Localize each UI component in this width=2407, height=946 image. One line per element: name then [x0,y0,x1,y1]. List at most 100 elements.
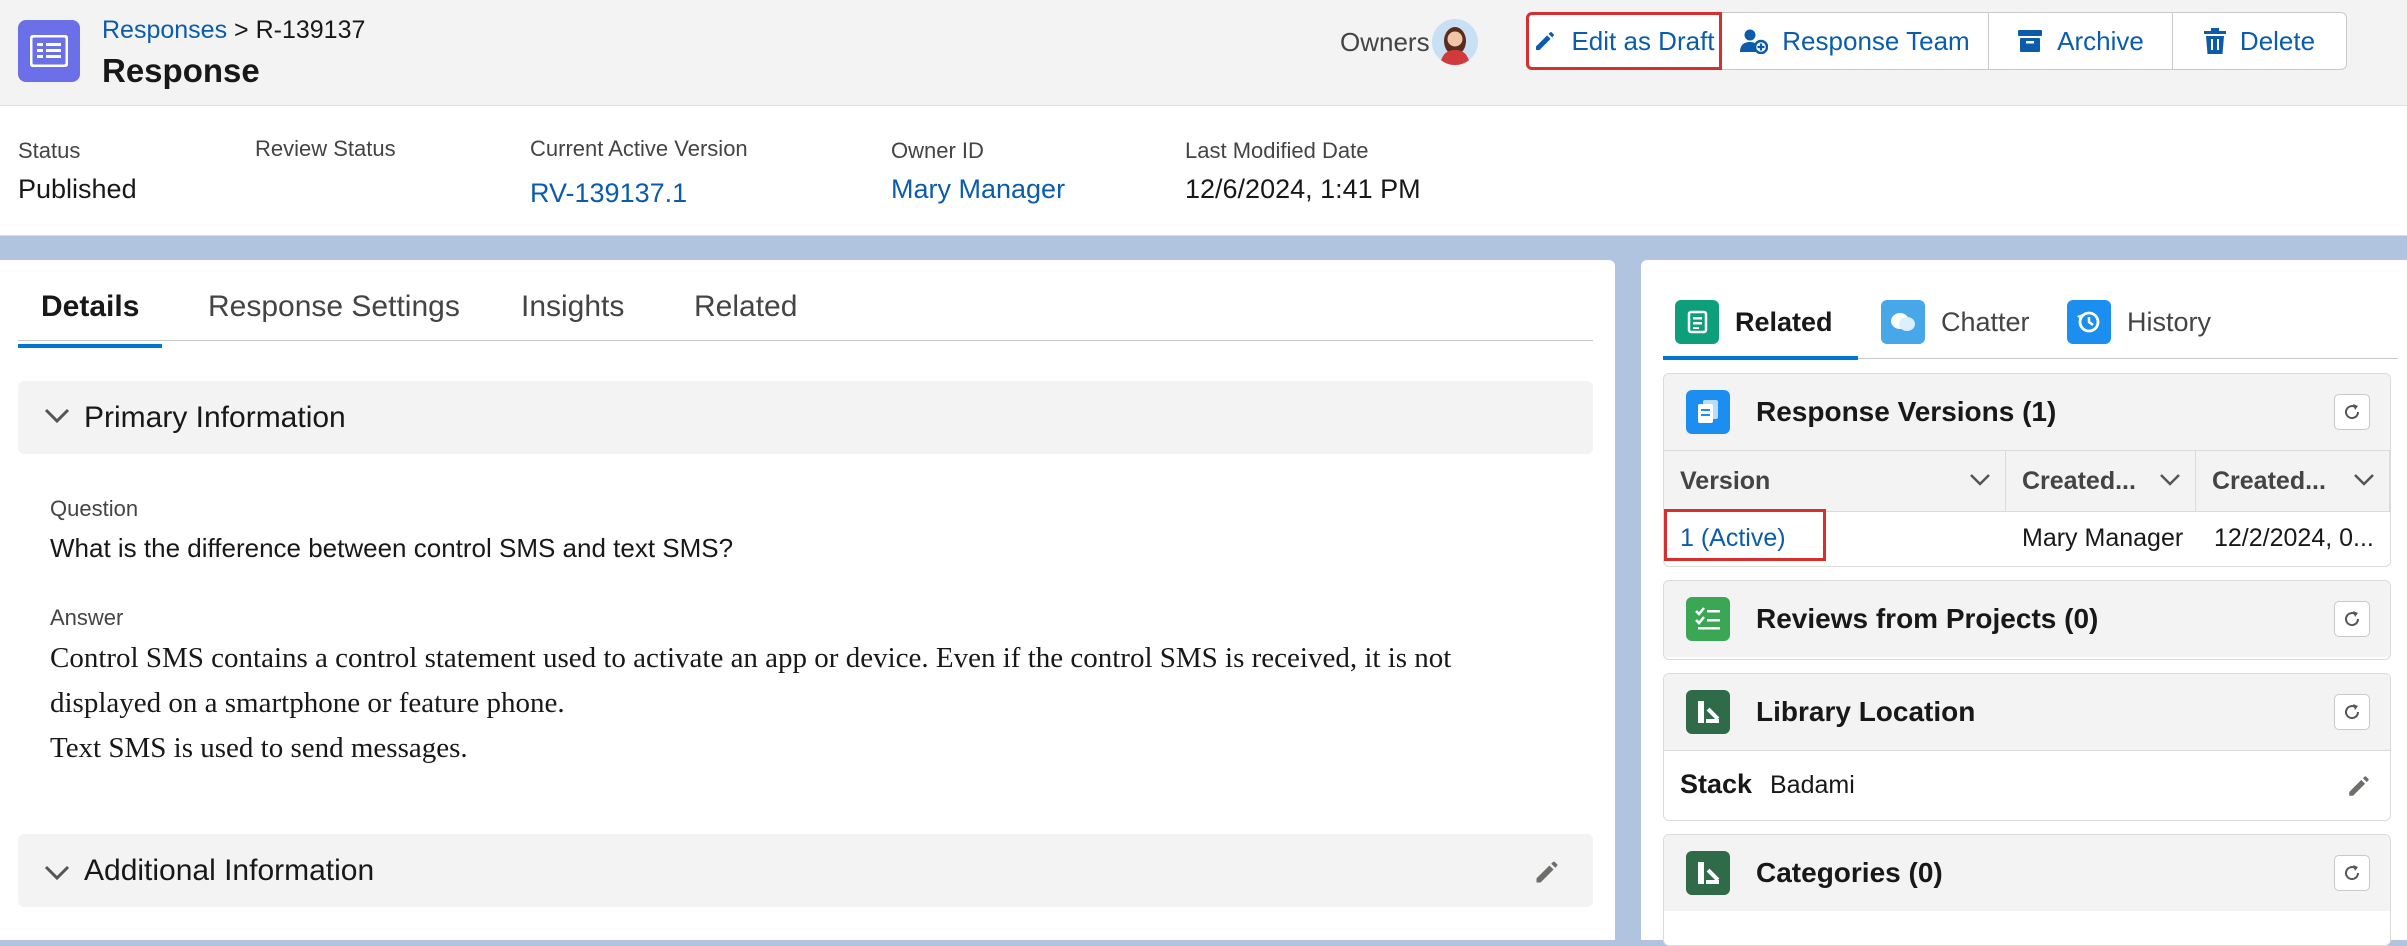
library-icon [1686,690,1730,734]
archive-button[interactable]: Archive [1988,12,2173,70]
chevron-down-icon [2354,474,2374,486]
active-related-tab-indicator [1663,356,1858,360]
active-tab-indicator [18,344,162,348]
edit-as-draft-button[interactable]: Edit as Draft [1526,12,1722,70]
answer-value: Control SMS contains a control statement… [50,636,1580,771]
answer-line: Text SMS is used to send messages. [50,732,468,764]
owner-id-field: Owner ID Mary Manager [891,138,1065,205]
library-location-list: Library Location Stack Badami [1663,673,2391,821]
refresh-button[interactable] [2334,601,2370,637]
chevron-down-icon [44,408,70,424]
related-card: Related Chatter History Response Version… [1641,260,2407,946]
versions-table-header: Version Created... Created... [1664,450,2390,512]
pencil-icon[interactable] [2346,773,2372,799]
response-team-label: Response Team [1782,25,1970,56]
delete-label: Delete [2239,25,2316,56]
answer-line: displayed on a smartphone or feature pho… [50,687,565,719]
owner-avatar[interactable] [1432,19,1478,65]
tab-insights[interactable]: Insights [521,290,624,324]
delete-button[interactable]: Delete [2172,12,2347,70]
details-card: Details Response Settings Insights Relat… [0,260,1615,940]
tab-history-label: History [2127,306,2212,337]
reviews-header: Reviews from Projects (0) [1664,581,2390,657]
last-modified-label: Last Modified Date [1185,138,1369,163]
current-active-version-field: Current Active Version RV-139137.1 [530,136,748,209]
archive-label: Archive [2057,25,2144,56]
response-versions-list: Response Versions (1) Version Created...… [1663,373,2391,567]
tab-chatter[interactable]: Chatter [1881,300,2030,344]
refresh-icon [2345,611,2360,627]
related-tabs: Related Chatter History [1663,300,2398,359]
question-value: What is the difference between control S… [50,533,734,563]
breadcrumb-current: R-139137 [255,16,366,44]
created-date-value: 12/2/2024, 0... [2214,524,2374,552]
breadcrumb: Responses > R-139137 [102,16,365,45]
tab-response-settings[interactable]: Response Settings [208,290,460,324]
reviews-title[interactable]: Reviews from Projects (0) [1756,603,2098,635]
refresh-icon [2345,704,2360,720]
last-modified-field: Last Modified Date 12/6/2024, 1:41 PM [1185,138,1421,205]
person-add-icon [1740,29,1769,54]
versions-icon [1686,390,1730,434]
column-header-created-by[interactable]: Created... [2006,451,2196,511]
primary-information-section[interactable]: Primary Information [18,381,1593,454]
history-icon [2067,300,2111,344]
response-versions-header: Response Versions (1) [1664,374,2390,450]
owners-label: Owners [1340,27,1430,57]
refresh-icon [2345,865,2360,881]
current-active-version-label: Current Active Version [530,136,748,161]
categories-title[interactable]: Categories (0) [1756,857,1943,889]
chevron-down-icon [1970,474,1990,486]
column-header-created-by-label: Created... [2022,466,2136,495]
status-label: Status [18,138,81,163]
pencil-icon[interactable] [1533,858,1561,886]
categories-icon [1686,851,1730,895]
library-location-header: Library Location [1664,674,2390,751]
edit-as-draft-label: Edit as Draft [1571,25,1715,56]
breadcrumb-responses-link[interactable]: Responses [102,16,227,44]
review-status-field: Review Status [255,136,396,172]
page-title: Response [102,52,260,89]
answer-line: Control SMS contains a control statement… [50,642,1452,674]
column-header-version-label: Version [1680,466,1771,495]
response-versions-title[interactable]: Response Versions (1) [1756,396,2056,428]
version-link[interactable]: 1 (Active) [1680,524,1786,553]
owner-id-link[interactable]: Mary Manager [891,174,1065,205]
table-row: 1 (Active) Mary Manager 12/2/2024, 0... [1664,509,2390,566]
reviews-from-projects-list: Reviews from Projects (0) [1663,580,2391,660]
related-icon [1675,300,1719,344]
question-label: Question [50,496,139,521]
tab-details[interactable]: Details [41,290,139,324]
chatter-icon [1881,300,1925,344]
chevron-down-icon [44,865,70,881]
detail-tabs: Details Response Settings Insights Relat… [18,290,1593,341]
highlights-panel: Status Published Review Status Current A… [0,106,2407,236]
current-active-version-link[interactable]: RV-139137.1 [530,178,748,209]
response-team-button[interactable]: Response Team [1721,12,1989,70]
library-location-title[interactable]: Library Location [1756,696,1975,728]
tab-related[interactable]: Related [694,290,797,324]
primary-information-title: Primary Information [84,401,346,434]
chevron-down-icon [2160,474,2180,486]
refresh-button[interactable] [2334,855,2370,891]
tab-related-right[interactable]: Related [1675,300,1833,344]
pencil-icon [1536,32,1555,50]
column-header-version[interactable]: Version [1664,451,2006,511]
tab-history[interactable]: History [2067,300,2211,344]
status-field: Status Published [18,138,137,205]
stack-value: Badami [1770,771,1855,799]
reviews-icon [1686,597,1730,641]
refresh-icon [2345,404,2360,420]
column-header-created-date[interactable]: Created... [2196,451,2390,511]
additional-information-title: Additional Information [84,854,375,887]
record-header: Responses > R-139137 Response Owners Edi… [0,0,2407,106]
record-actions: Edit as Draft Response Team Archive Dele… [1526,12,2347,70]
status-value: Published [18,174,137,204]
refresh-button[interactable] [2334,394,2370,430]
refresh-button[interactable] [2334,694,2370,730]
archive-icon [2018,30,2043,52]
tab-related-label: Related [1735,306,1833,337]
owner-id-label: Owner ID [891,138,984,163]
additional-information-section[interactable]: Additional Information [18,834,1593,907]
review-status-label: Review Status [255,136,396,161]
